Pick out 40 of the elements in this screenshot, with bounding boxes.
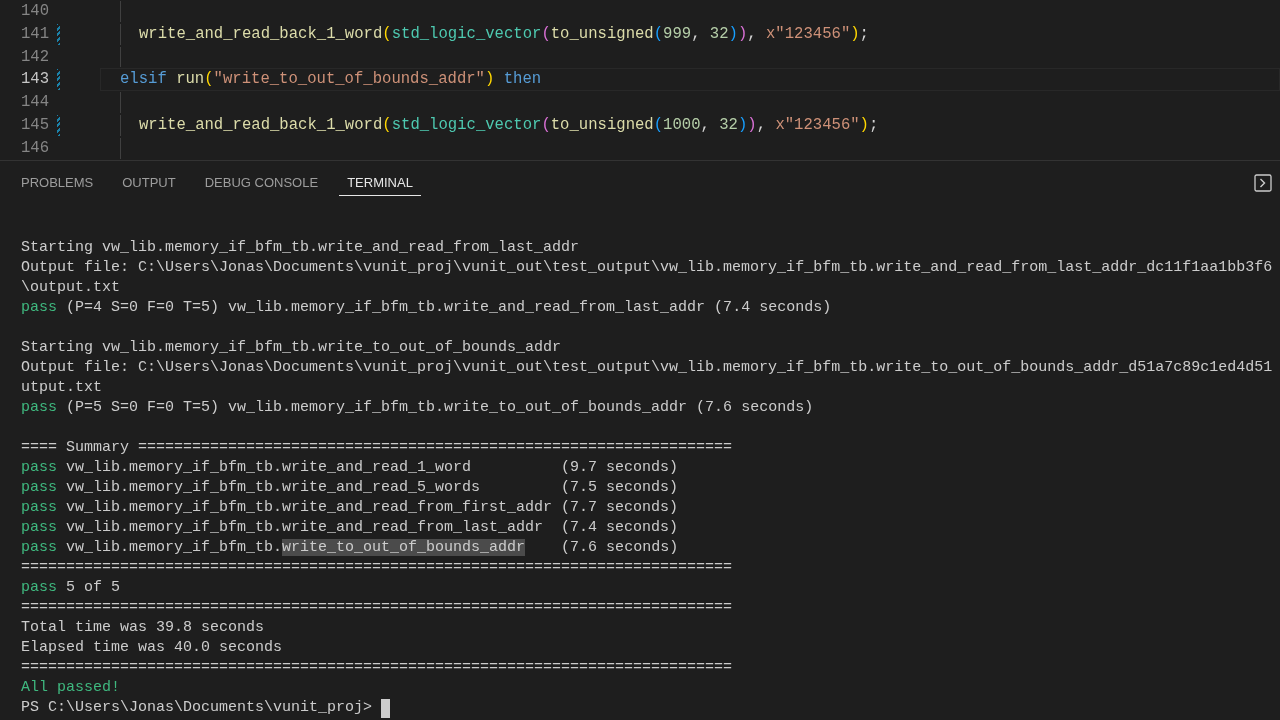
terminal-line: pass vw_lib.memory_if_bfm_tb.write_and_read_5_words (7.5 seconds): [21, 478, 680, 498]
terminal-prompt: PS C:\Users\Jonas\Documents\vunit_proj>: [21, 698, 373, 718]
panel-tab[interactable]: TERMINAL: [339, 170, 421, 196]
terminal-line: Output file: C:\Users\Jonas\Documents\vunit_proj\vunit_out\test_output\vw_lib.memory_if_bfm_tb.write_to_out_of_bounds_addr_d51a7c89c1ed4d51: [21, 358, 1274, 378]
terminal-line: Starting vw_lib.memory_if_bfm_tb.write_and_read_from_last_addr: [21, 238, 581, 258]
line-number: 144: [19, 92, 49, 114]
terminal-line: pass vw_lib.memory_if_bfm_tb.write_and_read_from_first_addr (7.7 seconds): [21, 498, 680, 518]
modified-line-marker[interactable]: [57, 115, 60, 136]
terminal-line: ===============================================================================: [21, 598, 734, 618]
terminal-line: \output.txt: [21, 278, 122, 298]
line-number: 143: [19, 69, 49, 91]
terminal-line: Elapsed time was 40.0 seconds: [21, 638, 284, 658]
terminal-line: Output file: C:\Users\Jonas\Documents\vunit_proj\vunit_out\test_output\vw_lib.memory_if_bfm_tb.write_and_read_from_last_addr_dc11f1aa1bb3f6: [21, 258, 1274, 278]
code-line: write_and_read_back_1_word(std_logic_vector(to_unsigned(999, 32)), x"123456");: [139, 23, 869, 45]
line-number: 142: [19, 46, 49, 68]
terminal-line: pass vw_lib.memory_if_bfm_tb.write_to_out_of_bounds_addr (7.6 seconds): [21, 538, 680, 558]
panel-tab[interactable]: DEBUG CONSOLE: [196, 170, 327, 196]
terminal-line: pass vw_lib.memory_if_bfm_tb.write_and_read_1_word (9.7 seconds): [21, 458, 680, 478]
modified-line-marker[interactable]: [57, 69, 60, 91]
terminal-line: ===============================================================================: [21, 558, 734, 578]
terminal-line: All passed!: [21, 678, 122, 698]
terminal-line: pass (P=5 S=0 F=0 T=5) vw_lib.memory_if_bfm_tb.write_to_out_of_bounds_addr (7.6 seconds): [21, 398, 815, 418]
code-line: write_and_read_back_1_word(std_logic_vector(to_unsigned(1000, 32)), x"123456");: [139, 115, 879, 136]
terminal-icon[interactable]: [1254, 174, 1272, 192]
code-line: elsif run("write_to_out_of_bounds_addr") then: [120, 69, 542, 91]
panel-tab[interactable]: PROBLEMS: [13, 170, 102, 196]
line-number: 140: [19, 1, 49, 22]
terminal-line: pass vw_lib.memory_if_bfm_tb.write_and_read_from_last_addr (7.4 seconds): [21, 518, 680, 538]
line-number: 141: [19, 23, 49, 45]
line-number: 146: [19, 137, 49, 159]
terminal-line: ==== Summary ==================================================================: [21, 438, 734, 458]
panel-tab[interactable]: OUTPUT: [114, 170, 184, 196]
modified-line-marker[interactable]: [57, 23, 60, 45]
terminal-line: ===============================================================================: [21, 658, 734, 678]
terminal-line: pass 5 of 5: [21, 578, 122, 598]
terminal-line: Starting vw_lib.memory_if_bfm_tb.write_to_out_of_bounds_addr: [21, 338, 563, 358]
terminal-line: pass (P=4 S=0 F=0 T=5) vw_lib.memory_if_bfm_tb.write_and_read_from_last_addr (7.4 seconds): [21, 298, 833, 318]
terminal-line: utput.txt: [21, 378, 103, 398]
terminal-line: Total time was 39.8 seconds: [21, 618, 266, 638]
line-number: 145: [19, 115, 49, 136]
